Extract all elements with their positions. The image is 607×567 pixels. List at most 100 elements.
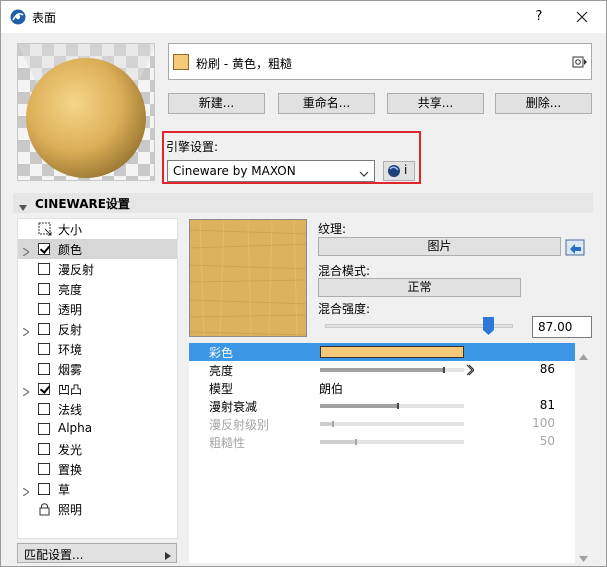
channel-checkbox[interactable] [38,283,50,295]
expand-arrow-icon[interactable] [22,385,31,397]
channel-item[interactable]: 凹凸 [18,379,177,399]
expand-arrow-icon[interactable] [22,325,31,337]
parameter-name: 亮度 [209,364,234,378]
rename-button[interactable]: 重命名... [278,93,375,114]
parameter-name: 粗糙性 [209,436,246,450]
channel-label: 透明 [58,303,83,317]
engine-info-button[interactable]: i [383,161,415,181]
cineware-section-header[interactable]: CINEWARE设置 [13,193,593,213]
window-title: 表面 [32,11,57,25]
parameter-name: 模型 [209,382,234,396]
channel-item[interactable]: 透明 [18,299,177,319]
channel-checkbox[interactable] [38,443,50,455]
channel-item[interactable]: 发光 [18,439,177,459]
channel-item[interactable]: Alpha [18,419,177,439]
blend-strength-input[interactable]: 87.00 [532,316,592,338]
scroll-up-icon[interactable] [579,349,588,360]
parameter-row[interactable]: 模型 朗伯 [189,379,575,397]
engine-select[interactable]: Cineware by MAXON [167,160,375,182]
expand-arrow-icon[interactable] [22,485,31,497]
slider-thumb[interactable] [483,317,494,335]
texture-thumbnail[interactable] [189,219,307,337]
material-preview [17,43,155,181]
browse-texture-icon[interactable] [564,237,588,258]
material-swatch [173,54,189,70]
channel-item[interactable]: 大小 [18,219,177,239]
arrow-right-icon [165,549,171,560]
help-button[interactable]: ? [527,7,551,27]
channel-checkbox[interactable] [38,343,50,355]
channel-checkbox[interactable] [38,463,50,475]
channel-checkbox[interactable] [38,323,50,335]
info-label: i [404,163,408,177]
channel-label: 照明 [58,503,83,517]
delete-button[interactable]: 删除... [495,93,592,114]
material-name: 粉刷 - 黄色，粗糙 [196,57,292,71]
channel-checkbox[interactable] [38,363,50,375]
parameter-slider[interactable] [320,421,464,427]
parameter-slider[interactable] [320,403,464,409]
title-bar: 表面 ? [1,1,606,33]
parameter-slider[interactable] [320,367,464,373]
channel-checkbox[interactable] [38,303,50,315]
parameter-value: 100 [532,416,555,430]
channel-label: 凹凸 [58,383,83,397]
blend-strength-label: 混合强度: [318,302,371,316]
slider-marker [332,421,334,427]
parameter-name: 漫射衰减 [209,400,258,414]
channel-item[interactable]: 置换 [18,459,177,479]
channel-checkbox[interactable] [38,483,50,495]
channel-item[interactable]: 照明 [18,499,177,519]
channel-item[interactable]: 草 [18,479,177,499]
channel-item[interactable]: 漫反射 [18,259,177,279]
new-button[interactable]: 新建... [168,93,265,114]
cinema4d-icon [388,165,400,177]
texture-picture-button[interactable]: 图片 [318,237,561,256]
parameter-row[interactable]: 粗糙性 50 [189,433,575,451]
expand-arrow-icon[interactable] [22,245,31,257]
texture-label: 纹理: [318,222,347,236]
close-icon [576,11,588,23]
parameter-slider[interactable] [320,439,464,445]
surface-dialog: 表面 ? 粉刷 - 黄色，粗糙 新建... 重命名... 共享... 删除...… [0,0,607,567]
channel-item[interactable]: 环境 [18,339,177,359]
match-settings-button[interactable]: 匹配设置... [17,543,177,563]
parameter-scrollbar[interactable] [575,343,592,563]
parameter-text-value[interactable]: 朗伯 [319,380,343,397]
parameter-row[interactable]: 亮度 86 [189,361,575,379]
channel-item[interactable]: 烟雾 [18,359,177,379]
material-selector[interactable]: 粉刷 - 黄色，粗糙 [168,43,592,80]
engine-label: 引擎设置: [166,140,219,154]
parameter-row[interactable]: 漫射衰减 81 [189,397,575,415]
parameter-name: 彩色 [209,346,234,360]
channel-checkbox[interactable] [38,383,50,395]
channel-item[interactable]: 颜色 [18,239,177,259]
slider-marker [443,367,445,373]
parameter-row[interactable]: 漫反射级别 100 [189,415,575,433]
channel-item[interactable]: 法线 [18,399,177,419]
parameter-row[interactable]: 彩色 [189,343,575,361]
channel-label: 草 [58,483,71,497]
channel-label: 法线 [58,403,83,417]
channel-label: 漫反射 [58,263,95,277]
material-menu-icon[interactable] [572,54,588,70]
channel-checkbox[interactable] [38,263,50,275]
close-button[interactable] [569,5,595,29]
parameter-list: 彩色 亮度 86 模型 朗伯 漫射衰减 81 漫反射级别 100 粗糙性 50 [189,343,575,563]
scroll-down-icon[interactable] [579,551,588,562]
parameter-value: 50 [539,434,555,448]
slider-fill [320,404,398,408]
channel-label: Alpha [58,421,93,435]
channel-checkbox[interactable] [38,423,50,435]
blend-mode-button[interactable]: 正常 [318,278,521,297]
channel-label: 亮度 [58,283,83,297]
slider-fill [320,440,356,444]
channel-item[interactable]: 反射 [18,319,177,339]
color-swatch[interactable] [320,346,464,358]
channel-checkbox[interactable] [38,403,50,415]
channel-checkbox[interactable] [38,243,50,255]
share-button[interactable]: 共享... [387,93,484,114]
channel-item[interactable]: 亮度 [18,279,177,299]
channel-label: 置换 [58,463,83,477]
channel-label: 颜色 [58,243,83,257]
